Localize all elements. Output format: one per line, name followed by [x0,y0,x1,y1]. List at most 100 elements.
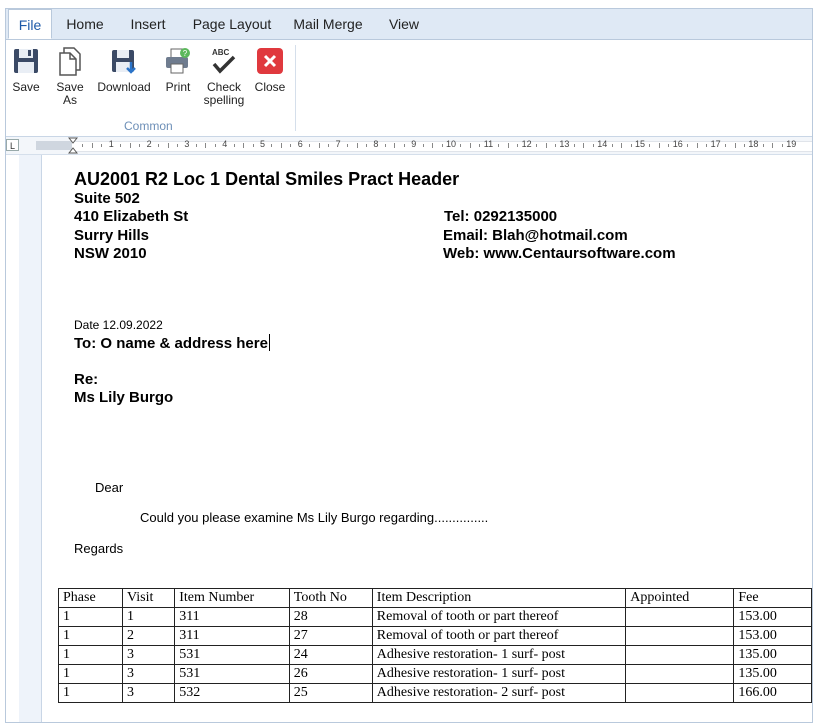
ruler-number: 10 [446,139,457,149]
cell-item-description: Adhesive restoration- 2 surf- post [371,683,627,703]
cell-phase: 1 [58,626,123,646]
download-icon [112,50,136,74]
tab-stop-selector[interactable]: L [6,139,19,151]
cell-tooth-no: 24 [288,645,373,665]
ruler-tick [233,144,235,147]
svg-text:ABC: ABC [212,48,230,57]
text-caret [268,334,270,351]
close-label: Close [254,80,286,94]
ruler-tick [743,144,745,147]
ruler-tick [384,144,386,147]
tab-home[interactable]: Home [58,9,112,39]
tab-mail-merge[interactable]: Mail Merge [288,9,368,39]
cell-tooth-no: 28 [288,607,373,627]
ribbon-group-label: Common [124,119,173,133]
ruler-tick [545,143,547,148]
ruler-tick [583,143,585,148]
cell-phase: 1 [58,683,123,703]
ruler-number: 5 [260,139,266,149]
ruler-tick [167,143,169,148]
ruler-number: 18 [748,139,759,149]
ruler-tick [82,144,84,147]
ruler-tick [668,144,670,147]
ruler-tick [469,143,471,148]
indent-marker-icon[interactable] [68,137,78,154]
document-page[interactable]: AU2001 R2 Loc 1 Dental Smiles Pract Head… [42,155,812,722]
tab-page-layout[interactable]: Page Layout [186,9,278,39]
re-label: Re: [74,371,99,388]
save-button[interactable]: Save [6,46,46,112]
ruler-tick [91,143,93,148]
ruler-tick [536,144,538,147]
col-fee: Fee [733,588,812,608]
cell-item-number: 531 [174,664,290,684]
download-button[interactable]: Download [94,46,154,112]
contact-tel: Tel: 0292135000 [444,208,558,225]
tab-file[interactable]: File [8,9,52,39]
print-button[interactable]: ? Print [158,46,198,112]
ribbon-tab-bar: File Home Insert Page Layout Mail Merge … [6,9,812,40]
ruler-tick [441,144,443,147]
cell-visit: 1 [121,607,176,627]
letter-body: Could you please examine Ms Lily Burgo r… [140,510,489,525]
address-line-3: Surry Hills [74,227,150,244]
ruler-tick [706,144,708,147]
horizontal-ruler[interactable]: L 1 2 3 4 5 6 7 8 9 10 11 12 13 14 15 16 17 18 19 [6,137,812,155]
tab-insert[interactable]: Insert [120,9,176,39]
address-line-1: Suite 502 [74,190,140,207]
ruler-tick [432,143,434,148]
ruler-tick [517,144,519,147]
ruler-tick [781,144,783,147]
ruler-tick [630,144,632,147]
save-as-button[interactable]: Save As [50,46,90,112]
ruler-tick [554,144,556,147]
ruler-tick [176,144,178,147]
ruler-tick [734,143,736,148]
address-line-4: NSW 2010 [74,245,147,262]
ruler-tick [403,144,405,147]
save-as-label: Save As [56,80,84,107]
ruler-tick [252,144,254,147]
ruler-tick [205,143,207,148]
ruler-number: 9 [411,139,417,149]
ruler-tick [611,144,613,147]
save-icon [14,49,38,73]
ruler-tick [243,143,245,148]
to-line: To: O name & address here [74,334,270,352]
cell-appointed [625,664,735,684]
spellcheck-icon: ABC [212,48,236,74]
ruler-number: 1 [108,139,114,149]
contact-email: Email: Blah@hotmail.com [443,227,628,244]
cell-tooth-no: 26 [288,664,373,684]
ruler-number: 17 [710,139,721,149]
close-button[interactable]: Close [250,46,290,112]
cell-item-number: 311 [174,607,290,627]
cell-appointed [625,645,735,665]
cell-appointed [625,626,735,646]
col-visit: Visit [121,588,176,608]
cell-phase: 1 [58,664,123,684]
col-item-description: Item Description [371,588,627,608]
vertical-ruler-strip [6,155,19,722]
ruler-tick [365,144,367,147]
cell-appointed [625,683,735,703]
cell-item-description: Adhesive restoration- 1 surf- post [371,645,627,665]
cell-fee: 135.00 [733,664,812,684]
print-icon: ? [166,48,190,74]
ruler-tick [687,144,689,147]
ruler-tick [460,144,462,147]
ruler-number: 19 [786,139,797,149]
check-spelling-button[interactable]: ABC Check spelling [200,46,248,112]
ruler-tick [479,144,481,147]
ribbon-group-separator [295,45,296,131]
cell-item-description: Removal of tooth or part thereof [371,607,627,627]
table-row: 1 2 311 27 Removal of tooth or part ther… [58,626,812,646]
save-label: Save [12,80,40,94]
ruler-number: 15 [635,139,646,149]
cell-visit: 3 [121,683,176,703]
ruler-tick [621,143,623,148]
tab-view[interactable]: View [382,9,426,39]
editor-window: File Home Insert Page Layout Mail Merge … [5,8,813,723]
ruler-tick [214,144,216,147]
ruler-number: 6 [297,139,303,149]
